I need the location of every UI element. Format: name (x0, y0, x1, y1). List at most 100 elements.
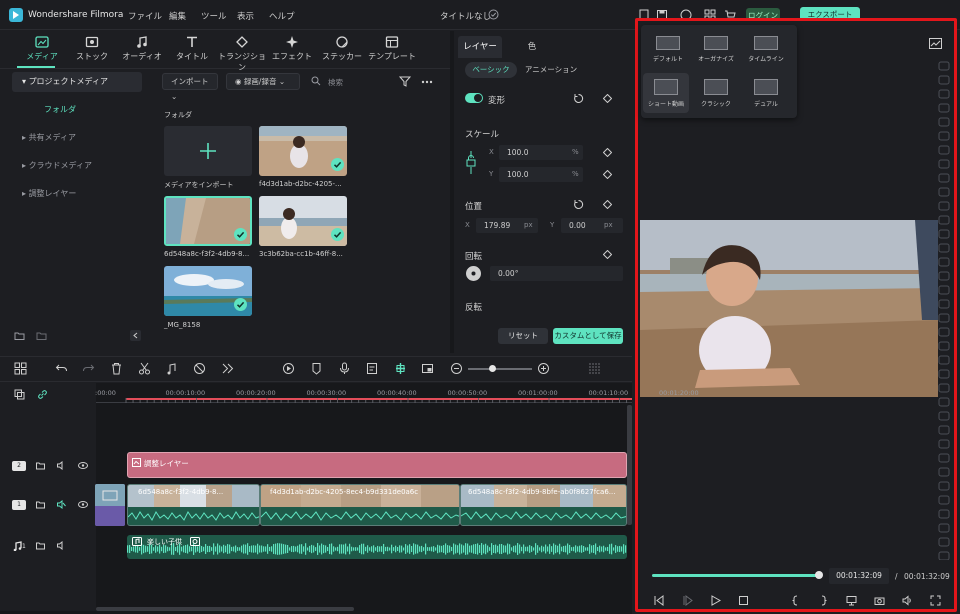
folder-icon[interactable] (36, 330, 47, 341)
link-icon[interactable] (37, 389, 48, 400)
layout-option-dual[interactable]: デュアル (743, 73, 789, 113)
menu-help[interactable]: ヘルプ (269, 10, 295, 22)
rotate-input[interactable]: 0.00° (490, 266, 623, 281)
keyframe-icon[interactable] (603, 170, 612, 179)
import-media-tile[interactable] (164, 126, 252, 176)
menu-tools[interactable]: ツール (201, 10, 227, 22)
new-folder-icon[interactable] (14, 330, 25, 341)
folder-lock-icon[interactable] (36, 541, 45, 550)
muted-speaker-icon[interactable] (57, 500, 66, 509)
save-as-custom-button[interactable]: カスタムとして保存 (553, 328, 623, 344)
filter-icon[interactable] (399, 76, 411, 87)
adjustment-layer-clip[interactable] (127, 452, 627, 478)
grid-view-icon[interactable] (588, 362, 601, 375)
keyframe-icon[interactable] (603, 94, 612, 103)
animation-tab[interactable]: アニメーション (522, 62, 580, 78)
pip-icon[interactable] (421, 362, 434, 375)
layout-option-timeline[interactable]: タイムライン (743, 30, 789, 70)
tab-color[interactable]: 色 (510, 36, 554, 58)
volume-icon[interactable] (902, 595, 913, 606)
layout-option-organize[interactable]: オーガナイズ (693, 30, 739, 70)
folder-lock-icon[interactable] (36, 461, 45, 470)
mute-icon[interactable] (57, 461, 66, 470)
tab-template[interactable]: テンプレート (366, 33, 418, 67)
play-icon[interactable] (710, 595, 721, 606)
sidebar-item-folder[interactable]: フォルダ (44, 104, 76, 115)
scale-x-input[interactable]: 100.0 (499, 145, 583, 160)
search-input[interactable]: 検索 (328, 77, 343, 88)
zoom-in-icon[interactable] (537, 362, 550, 375)
timeline-horizontal-scrollbar[interactable] (96, 607, 354, 611)
undo-icon[interactable] (55, 362, 68, 375)
keyframe-icon[interactable] (603, 250, 612, 259)
filmstrip-scrollbar[interactable] (938, 60, 950, 560)
tab-audio[interactable]: オーディオ (116, 33, 168, 67)
rotate-dial[interactable] (465, 265, 482, 282)
eye-icon[interactable] (78, 461, 88, 470)
tab-media[interactable]: メディア (16, 33, 68, 67)
tab-effect[interactable]: エフェクト (266, 33, 318, 67)
redo-icon[interactable] (82, 362, 95, 375)
menu-file[interactable]: ファイル (128, 10, 162, 22)
stop-icon[interactable] (738, 595, 749, 606)
tab-layer[interactable]: レイヤー (458, 36, 502, 58)
play-reverse-icon[interactable] (682, 595, 693, 606)
keyframe-icon[interactable] (603, 200, 612, 209)
voiceover-icon[interactable] (366, 362, 379, 375)
reset-icon[interactable] (573, 93, 584, 104)
microphone-icon[interactable] (338, 362, 351, 375)
timeline-vertical-scrollbar[interactable] (627, 405, 632, 525)
basic-tab[interactable]: ベーシック (465, 62, 517, 78)
playback-progress-handle[interactable] (815, 571, 823, 579)
folder-lock-icon[interactable] (36, 500, 45, 509)
position-y-input[interactable]: 0.00 (561, 218, 623, 233)
snapshot-chart-icon[interactable] (929, 38, 942, 49)
mark-in-icon[interactable] (790, 595, 801, 606)
current-time[interactable]: 00:01:32:09 (829, 568, 889, 584)
mute-icon[interactable] (57, 541, 66, 550)
add-track-icon[interactable] (14, 389, 25, 400)
audio-edit-icon[interactable] (165, 362, 178, 375)
zoom-out-icon[interactable] (450, 362, 463, 375)
camera-icon[interactable] (874, 595, 885, 606)
sidebar-item-cloud-media[interactable]: ▸ クラウドメディア (12, 156, 142, 176)
track-cover-thumbnail[interactable] (95, 484, 125, 526)
tab-transition[interactable]: トランジション (216, 33, 268, 72)
layout-grid-icon[interactable] (14, 362, 27, 375)
zoom-slider-handle[interactable] (489, 365, 496, 372)
zoom-slider[interactable] (468, 368, 532, 370)
previous-frame-icon[interactable] (653, 595, 664, 606)
display-icon[interactable] (846, 595, 857, 606)
tab-sticker[interactable]: ステッカー (316, 33, 368, 67)
transform-toggle[interactable] (465, 93, 483, 103)
sidebar-item-project-media[interactable]: ▾ プロジェクトメディア (12, 72, 142, 92)
tab-stock[interactable]: ストック (66, 33, 118, 67)
layout-option-classic[interactable]: クラシック (693, 73, 739, 113)
keyframe-icon[interactable] (603, 148, 612, 157)
lock-ratio-icon[interactable] (465, 150, 477, 175)
eye-icon[interactable] (78, 500, 88, 509)
layout-option-default[interactable]: デフォルト (645, 30, 691, 70)
record-dropdown[interactable]: ◉ 録画/録音 ⌄ (226, 73, 300, 90)
disable-icon[interactable] (193, 362, 206, 375)
menu-view[interactable]: 表示 (237, 10, 254, 22)
sidebar-item-adjustment-layer[interactable]: ▸ 調整レイヤー (12, 184, 142, 204)
render-preview-icon[interactable] (282, 362, 295, 375)
menu-edit[interactable]: 編集 (169, 10, 186, 22)
marker-icon[interactable] (310, 362, 323, 375)
split-icon[interactable] (138, 362, 151, 375)
scale-y-input[interactable]: 100.0 (499, 167, 583, 182)
audio-clip[interactable] (127, 535, 627, 559)
delete-icon[interactable] (110, 362, 123, 375)
mark-out-icon[interactable] (818, 595, 829, 606)
sidebar-item-shared-media[interactable]: ▸ 共有メディア (12, 128, 142, 148)
snap-magnet-icon[interactable] (394, 362, 407, 375)
more-icon[interactable] (421, 80, 433, 84)
reset-button[interactable]: リセット (498, 328, 548, 344)
fullscreen-icon[interactable] (930, 595, 941, 606)
more-tools-icon[interactable] (221, 362, 234, 375)
layout-option-short-video[interactable]: ショート動画 (643, 73, 689, 113)
collapse-sidebar-icon[interactable] (130, 330, 141, 341)
playback-progress-bar[interactable] (652, 574, 822, 577)
reset-icon[interactable] (573, 199, 584, 210)
